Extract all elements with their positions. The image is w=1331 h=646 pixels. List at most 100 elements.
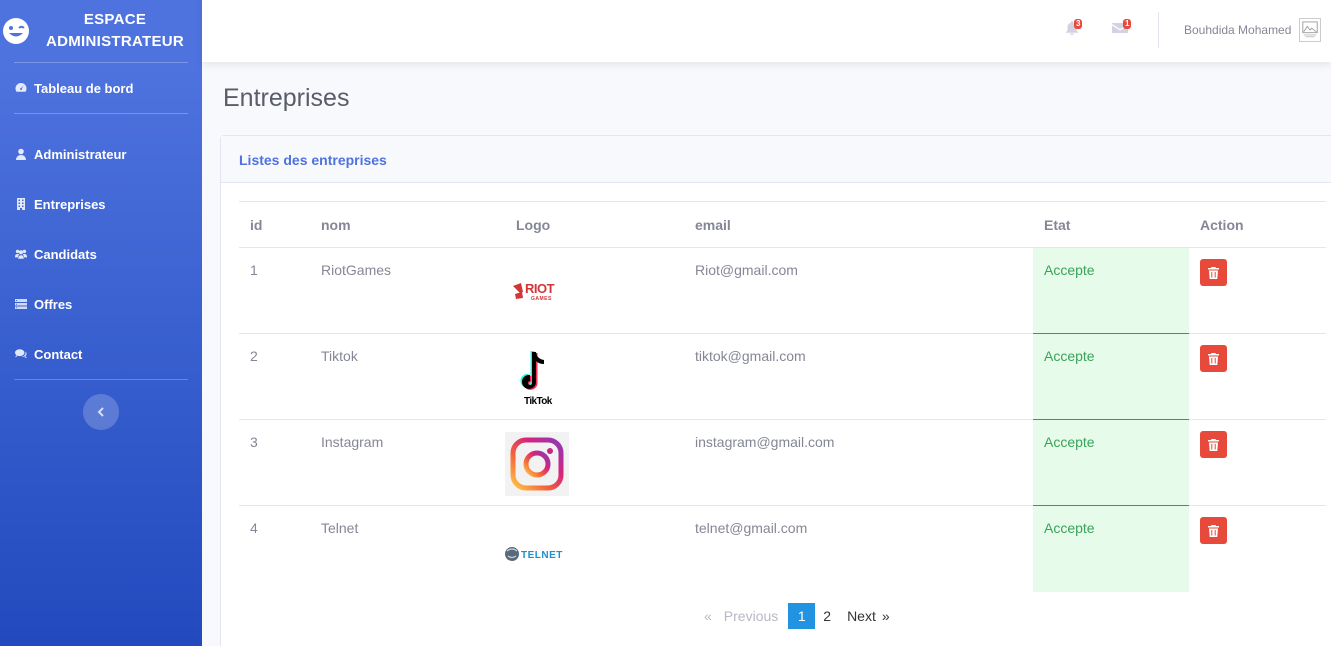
cell-etat: Accepte [1033, 247, 1189, 334]
tiktok-logo-icon: TikTok [520, 351, 553, 407]
users-icon [15, 249, 27, 259]
companies-card: Listes des entreprises id nom Logo email… [220, 135, 1331, 646]
alerts-button[interactable]: 3 [1065, 19, 1083, 40]
instagram-logo-icon [505, 432, 569, 496]
cell-action [1189, 419, 1326, 506]
column-header-id[interactable]: id [239, 201, 310, 248]
pagination-page-2[interactable]: 2 [817, 603, 837, 629]
svg-text:TELNET: TELNET [521, 550, 563, 561]
trash-icon [1208, 524, 1219, 537]
page-title: Entreprises [223, 84, 350, 112]
sidebar-item-label: Entreprises [34, 196, 106, 212]
sidebar-item-offres[interactable]: Offres [0, 279, 202, 329]
dashboard-icon [15, 83, 27, 92]
trash-icon [1208, 438, 1219, 451]
cell-email: tiktok@gmail.com [684, 333, 1033, 420]
sidebar: ESPACE ADMINISTRATEUR Tableau de bord Ad… [0, 0, 202, 646]
column-header-email[interactable]: email [684, 201, 1033, 248]
pagination-next[interactable]: Next [841, 603, 882, 629]
column-header-nom[interactable]: nom [310, 201, 505, 248]
column-header-etat[interactable]: Etat [1033, 201, 1189, 248]
svg-text:RIOT: RIOT [525, 281, 555, 296]
cell-logo: TikTok [505, 333, 684, 420]
cell-action [1189, 506, 1326, 592]
table-header-row: id nom Logo email Etat Action [239, 201, 1326, 248]
avatar[interactable] [1299, 18, 1321, 42]
sidebar-item-label: Tableau de bord [34, 80, 134, 96]
sidebar-item-label: Offres [34, 296, 73, 312]
image-placeholder-icon [1302, 21, 1318, 38]
cell-nom: Telnet [321, 520, 359, 536]
building-icon [17, 198, 25, 210]
alerts-count-badge: 3 [1074, 19, 1083, 29]
table-row: 3 Instagram instagram@gmail.com Accepte [239, 419, 1326, 506]
delete-button[interactable] [1200, 431, 1227, 458]
pagination-previous: Previous [723, 608, 779, 624]
card-header: Listes des entreprises [221, 136, 1331, 183]
sidebar-toggle-button[interactable] [83, 394, 119, 430]
sidebar-item-label: Contact [34, 346, 83, 362]
svg-text:TikTok: TikTok [524, 396, 553, 407]
topbar: 3 1 Bouhdida Mohamed [202, 0, 1331, 62]
riot-games-logo-icon: RIOT GAMES [513, 281, 555, 302]
pagination-last[interactable]: » [882, 603, 896, 629]
messages-count-badge: 1 [1123, 19, 1132, 29]
table-row: 1 RiotGames RIOT GAMES Riot@gmail.com Ac… [239, 247, 1326, 334]
cell-logo: TELNET [505, 506, 684, 592]
user-icon [16, 148, 26, 160]
sidebar-divider [14, 379, 188, 380]
telnet-logo: TELNET [505, 518, 569, 582]
cell-nom: Instagram [310, 419, 505, 506]
cell-id: 2 [239, 333, 310, 420]
cell-logo [505, 419, 684, 506]
trash-icon [1208, 352, 1219, 365]
delete-button[interactable] [1200, 345, 1227, 372]
cell-action [1189, 247, 1326, 334]
cell-id: 3 [239, 419, 310, 506]
brand-title: ESPACE ADMINISTRATEUR [45, 11, 185, 50]
instagram-logo [505, 432, 569, 496]
cell-etat: Accepte [1033, 333, 1189, 420]
comments-icon [15, 349, 27, 359]
cell-nom: Tiktok [310, 333, 505, 420]
brand[interactable]: ESPACE ADMINISTRATEUR [0, 0, 202, 62]
sidebar-item-contact[interactable]: Contact [0, 329, 202, 379]
cell-action [1189, 333, 1326, 420]
cell-id: 4 [250, 520, 258, 536]
column-header-action[interactable]: Action [1189, 201, 1326, 248]
cell-logo: RIOT GAMES [505, 247, 684, 334]
delete-button[interactable] [1200, 517, 1227, 544]
cell-email: instagram@gmail.com [684, 419, 1033, 506]
sidebar-item-label: Candidats [34, 246, 97, 262]
topbar-divider [1158, 12, 1159, 48]
cell-id: 1 [239, 247, 310, 334]
sidebar-item-label: Administrateur [34, 146, 127, 162]
cell-email: telnet@gmail.com [695, 520, 808, 536]
sidebar-item-candidats[interactable]: Candidats [0, 229, 202, 279]
messages-button[interactable]: 1 [1112, 19, 1132, 40]
table-row: 2 Tiktok TikTok tiktok@gmail.com Accepte [239, 333, 1326, 420]
column-header-logo[interactable]: Logo [505, 201, 684, 248]
chevron-left-icon [97, 407, 104, 417]
list-icon [15, 299, 27, 309]
cell-email: Riot@gmail.com [684, 247, 1033, 334]
companies-table: id nom Logo email Etat Action 1 RiotGame… [239, 201, 1326, 592]
riot-games-logo: RIOT GAMES [505, 260, 569, 324]
telnet-logo-icon: TELNET [505, 547, 563, 561]
svg-text:GAMES: GAMES [531, 296, 552, 302]
trash-icon [1208, 266, 1219, 279]
sidebar-item-entreprises[interactable]: Entreprises [0, 179, 202, 229]
tiktok-logo: TikTok [505, 346, 569, 410]
pagination: « Previous 1 2 Next » [698, 603, 896, 629]
pagination-page-1[interactable]: 1 [788, 603, 816, 629]
delete-button[interactable] [1200, 259, 1227, 286]
sidebar-item-tableau-de-bord[interactable]: Tableau de bord [0, 63, 202, 113]
cell-etat: Accepte [1033, 505, 1189, 592]
laugh-wink-icon [3, 18, 29, 44]
card-title: Listes des entreprises [239, 152, 387, 168]
user-name[interactable]: Bouhdida Mohamed [1184, 23, 1291, 37]
cell-etat: Accepte [1033, 419, 1189, 506]
sidebar-item-administrateur[interactable]: Administrateur [0, 129, 202, 179]
pagination-first: « [704, 608, 712, 624]
table-row: 4 Telnet TELNET telnet@gmail.com Accepte [239, 505, 1326, 592]
